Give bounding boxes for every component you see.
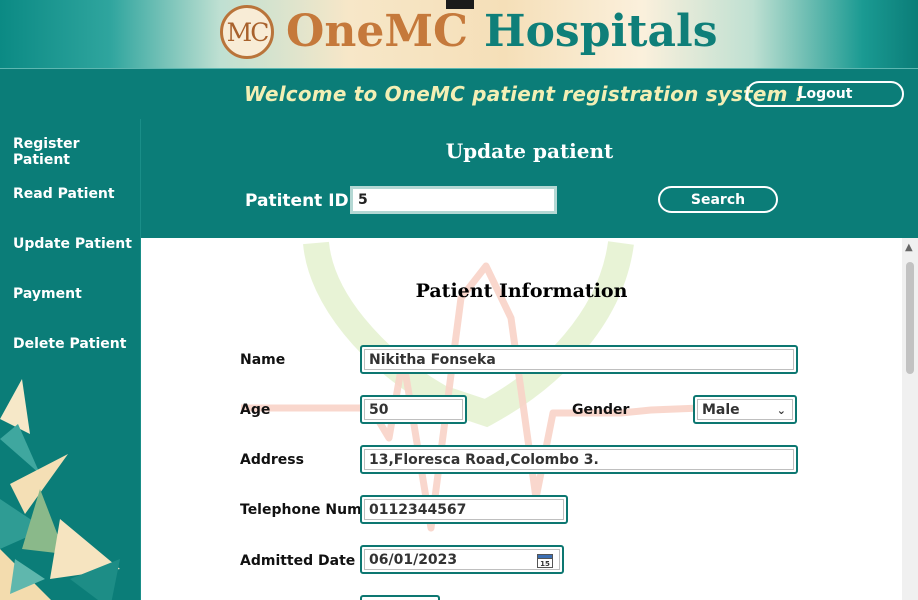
logo-text: MC <box>226 17 270 47</box>
decorative-triangles <box>0 379 120 600</box>
address-value: 13,Floresca Road,Colombo 3. <box>364 449 794 470</box>
telephone-label: Telephone Num <box>240 502 362 518</box>
search-button[interactable]: Search <box>658 186 778 213</box>
admitted-date-value: 06/01/2023 <box>369 552 458 568</box>
calendar-icon[interactable]: 15 <box>537 552 553 568</box>
telephone-field[interactable]: 0112344567 <box>360 495 568 524</box>
logout-button[interactable]: Logout <box>746 81 904 107</box>
app-banner: MC OneMC Hospitals <box>0 0 918 68</box>
name-label: Name <box>240 352 286 368</box>
chevron-down-icon[interactable]: ⌄ <box>777 400 786 419</box>
gender-label: Gender <box>572 402 630 418</box>
patient-info-form: Patient Information Name Nikitha Fonseka… <box>141 238 902 600</box>
brand-name-onemc: OneMC <box>286 6 469 57</box>
hospital-logo: MC <box>220 5 274 59</box>
update-patient-header: Update patient Patitent ID 5 Search <box>141 119 918 238</box>
age-label: Age <box>240 402 271 418</box>
patient-information-title: Patient Information <box>415 280 628 302</box>
telephone-value: 0112344567 <box>364 499 564 520</box>
welcome-bar: Welcome to OneMC patient registration sy… <box>0 68 918 119</box>
admitted-date-label: Admitted Date <box>240 553 356 569</box>
scroll-thumb[interactable] <box>906 262 914 374</box>
sidebar-item-register-patient[interactable]: Register Patient <box>13 136 140 168</box>
address-label: Address <box>240 452 304 468</box>
svg-text:15: 15 <box>540 560 550 568</box>
sidebar-item-payment[interactable]: Payment <box>13 286 82 302</box>
vertical-scrollbar[interactable]: ▲ <box>902 238 918 600</box>
age-field[interactable]: 50 <box>360 395 467 424</box>
gender-select[interactable]: Male ⌄ <box>693 395 797 424</box>
address-field[interactable]: 13,Floresca Road,Colombo 3. <box>360 445 798 474</box>
admitted-date-picker[interactable]: 06/01/2023 15 <box>360 545 564 574</box>
name-field[interactable]: Nikitha Fonseka <box>360 345 798 374</box>
age-value: 50 <box>364 399 463 420</box>
sidebar-item-read-patient[interactable]: Read Patient <box>13 186 115 202</box>
sidebar-item-delete-patient[interactable]: Delete Patient <box>13 336 126 352</box>
welcome-message: Welcome to OneMC patient registration sy… <box>244 82 805 106</box>
patient-id-label: Patitent ID <box>245 191 349 211</box>
scroll-up-arrow-icon[interactable]: ▲ <box>905 242 913 253</box>
name-value: Nikitha Fonseka <box>364 349 794 370</box>
brand-name-hospitals: Hospitals <box>484 6 718 57</box>
page-title: Update patient <box>445 139 614 163</box>
sidebar-item-update-patient[interactable]: Update Patient <box>13 236 132 252</box>
gender-value: Male <box>702 402 740 418</box>
patient-id-input[interactable]: 5 <box>350 186 557 214</box>
sidebar: Register Patient Read Patient Update Pat… <box>0 119 141 600</box>
next-field-partial[interactable] <box>360 595 440 600</box>
